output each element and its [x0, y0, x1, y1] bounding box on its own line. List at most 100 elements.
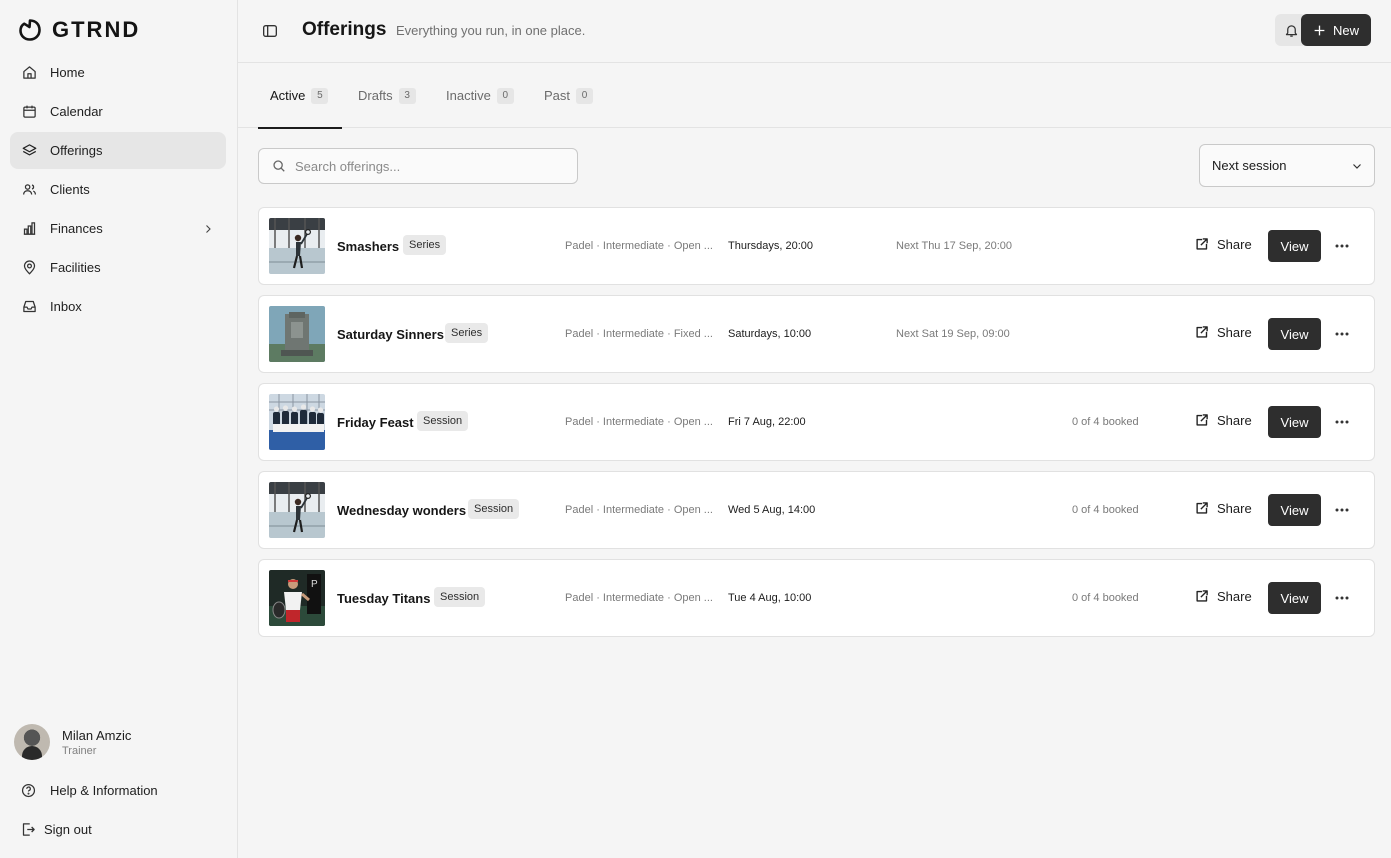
offering-title: Smashers: [337, 239, 400, 254]
search-input[interactable]: [295, 158, 565, 174]
sidebar-item-inbox[interactable]: Inbox: [10, 288, 226, 325]
offering-title: Tuesday Titans: [337, 591, 431, 606]
brand-logo[interactable]: GTRND: [18, 17, 140, 43]
external-link-icon: [1196, 502, 1208, 514]
offering-title: Saturday Sinners: [337, 327, 444, 342]
more-options-icon[interactable]: [1333, 238, 1351, 254]
view-button[interactable]: View: [1268, 406, 1321, 438]
search-icon: [273, 160, 285, 172]
sign-out-label: Sign out: [44, 821, 92, 837]
sidebar-item-label: Finances: [50, 221, 103, 236]
share-label: Share: [1217, 589, 1252, 604]
brand-name: GTRND: [52, 17, 141, 42]
chevron-right-icon: [206, 224, 211, 233]
sidebar-item-offerings[interactable]: Offerings: [10, 132, 226, 169]
offering-next-session: Next Thu 17 Sep, 20:00: [896, 240, 1012, 252]
inbox-icon: [21, 299, 37, 315]
sign-out-button[interactable]: Sign out: [20, 821, 92, 837]
share-button[interactable]: Share: [1194, 237, 1252, 252]
view-button[interactable]: View: [1268, 582, 1321, 614]
tab-label: Drafts: [358, 88, 393, 103]
user-profile[interactable]: Milan Amzic Trainer: [14, 724, 131, 760]
view-button[interactable]: View: [1268, 318, 1321, 350]
offering-row[interactable]: Saturday Sinners Series Padel · Intermed…: [258, 295, 1375, 373]
share-label: Share: [1217, 501, 1252, 516]
sidebar-item-facilities[interactable]: Facilities: [10, 249, 226, 286]
tab-past[interactable]: Past 0: [544, 63, 594, 128]
svg-text:P: P: [311, 579, 318, 590]
external-link-icon: [1196, 414, 1208, 426]
help-label: Help & Information: [50, 782, 158, 798]
offering-row[interactable]: Wednesday wonders Session Padel · Interm…: [258, 471, 1375, 549]
offering-schedule: Saturdays, 10:00: [728, 328, 812, 340]
tab-drafts[interactable]: Drafts 3: [358, 63, 416, 128]
share-label: Share: [1217, 413, 1252, 428]
offering-schedule: Wed 5 Aug, 14:00: [728, 504, 816, 516]
sidebar-item-label: Facilities: [50, 260, 101, 275]
offering-type-badge: Series: [445, 323, 489, 343]
offering-schedule: Thursdays, 20:00: [728, 240, 813, 252]
tab-count: 0: [496, 87, 514, 104]
view-button[interactable]: View: [1268, 230, 1321, 262]
sidebar-item-label: Inbox: [50, 299, 82, 314]
tab-count: 5: [311, 87, 329, 104]
offering-type-badge: Series: [403, 235, 447, 255]
more-options-icon[interactable]: [1333, 502, 1351, 518]
sidebar-item-finances[interactable]: Finances: [10, 210, 226, 247]
tab-inactive[interactable]: Inactive 0: [446, 63, 514, 128]
offering-type-badge: Session: [434, 587, 486, 607]
external-link-icon: [1196, 238, 1208, 250]
offering-meta: Padel · Intermediate · Open ...: [565, 592, 713, 604]
chevron-down-icon: [1353, 164, 1361, 169]
offering-meta: Padel · Intermediate · Fixed ...: [565, 328, 713, 340]
profile-name: Milan Amzic: [62, 727, 132, 743]
log-out-icon: [20, 821, 36, 837]
external-link-icon: [1196, 326, 1208, 338]
more-options-icon[interactable]: [1333, 590, 1351, 606]
more-options-icon[interactable]: [1333, 414, 1351, 430]
sidebar-item-clients[interactable]: Clients: [10, 171, 226, 208]
new-button-label: New: [1332, 22, 1359, 38]
sidebar-item-label: Calendar: [50, 104, 103, 119]
offering-thumbnail: [269, 482, 325, 538]
offering-title: Wednesday wonders: [337, 503, 467, 518]
sidebar-item-label: Home: [50, 65, 85, 80]
search-box[interactable]: [258, 148, 578, 184]
bar-chart-icon: [21, 221, 37, 237]
new-offering-button[interactable]: New: [1301, 14, 1371, 46]
sidebar-item-home[interactable]: Home: [10, 54, 226, 91]
sidebar-toggle-icon[interactable]: [262, 23, 278, 39]
sidebar-item-calendar[interactable]: Calendar: [10, 93, 226, 130]
more-options-icon[interactable]: [1333, 326, 1351, 342]
offering-booking-count: 0 of 4 booked: [1072, 416, 1139, 428]
sort-select[interactable]: Next session: [1199, 144, 1375, 187]
share-button[interactable]: Share: [1194, 325, 1252, 340]
share-button[interactable]: Share: [1194, 413, 1252, 428]
tab-label: Active: [270, 88, 306, 103]
tab-count: 3: [398, 87, 416, 104]
tab-label: Inactive: [446, 88, 491, 103]
share-label: Share: [1217, 325, 1252, 340]
external-link-icon: [1196, 590, 1208, 602]
sidebar-nav: Home Calendar Offerings Clients Finances: [10, 54, 226, 327]
view-button[interactable]: View: [1268, 494, 1321, 526]
share-button[interactable]: Share: [1194, 589, 1252, 604]
offerings-list: Smashers Series Padel · Intermediate · O…: [258, 207, 1375, 647]
share-button[interactable]: Share: [1194, 501, 1252, 516]
offering-thumbnail: [269, 306, 325, 362]
offering-row[interactable]: P Tuesday Titans Session Padel · Interme…: [258, 559, 1375, 637]
offering-thumbnail: [269, 218, 325, 274]
offering-meta: Padel · Intermediate · Open ...: [565, 416, 713, 428]
sidebar-item-label: Clients: [50, 182, 90, 197]
calendar-icon: [21, 104, 37, 120]
tab-label: Past: [544, 88, 571, 103]
page-subtitle: Everything you run, in one place.: [396, 23, 586, 38]
tab-active[interactable]: Active 5: [258, 63, 342, 129]
offering-meta: Padel · Intermediate · Open ...: [565, 240, 713, 252]
profile-role: Trainer: [62, 744, 97, 757]
help-link[interactable]: Help & Information: [20, 782, 158, 798]
offering-next-session: Next Sat 19 Sep, 09:00: [896, 328, 1010, 340]
offering-row[interactable]: Friday Feast Session Padel · Intermediat…: [258, 383, 1375, 461]
offering-row[interactable]: Smashers Series Padel · Intermediate · O…: [258, 207, 1375, 285]
offering-tabs: Active 5 Drafts 3 Inactive 0 Past 0: [238, 63, 1391, 129]
